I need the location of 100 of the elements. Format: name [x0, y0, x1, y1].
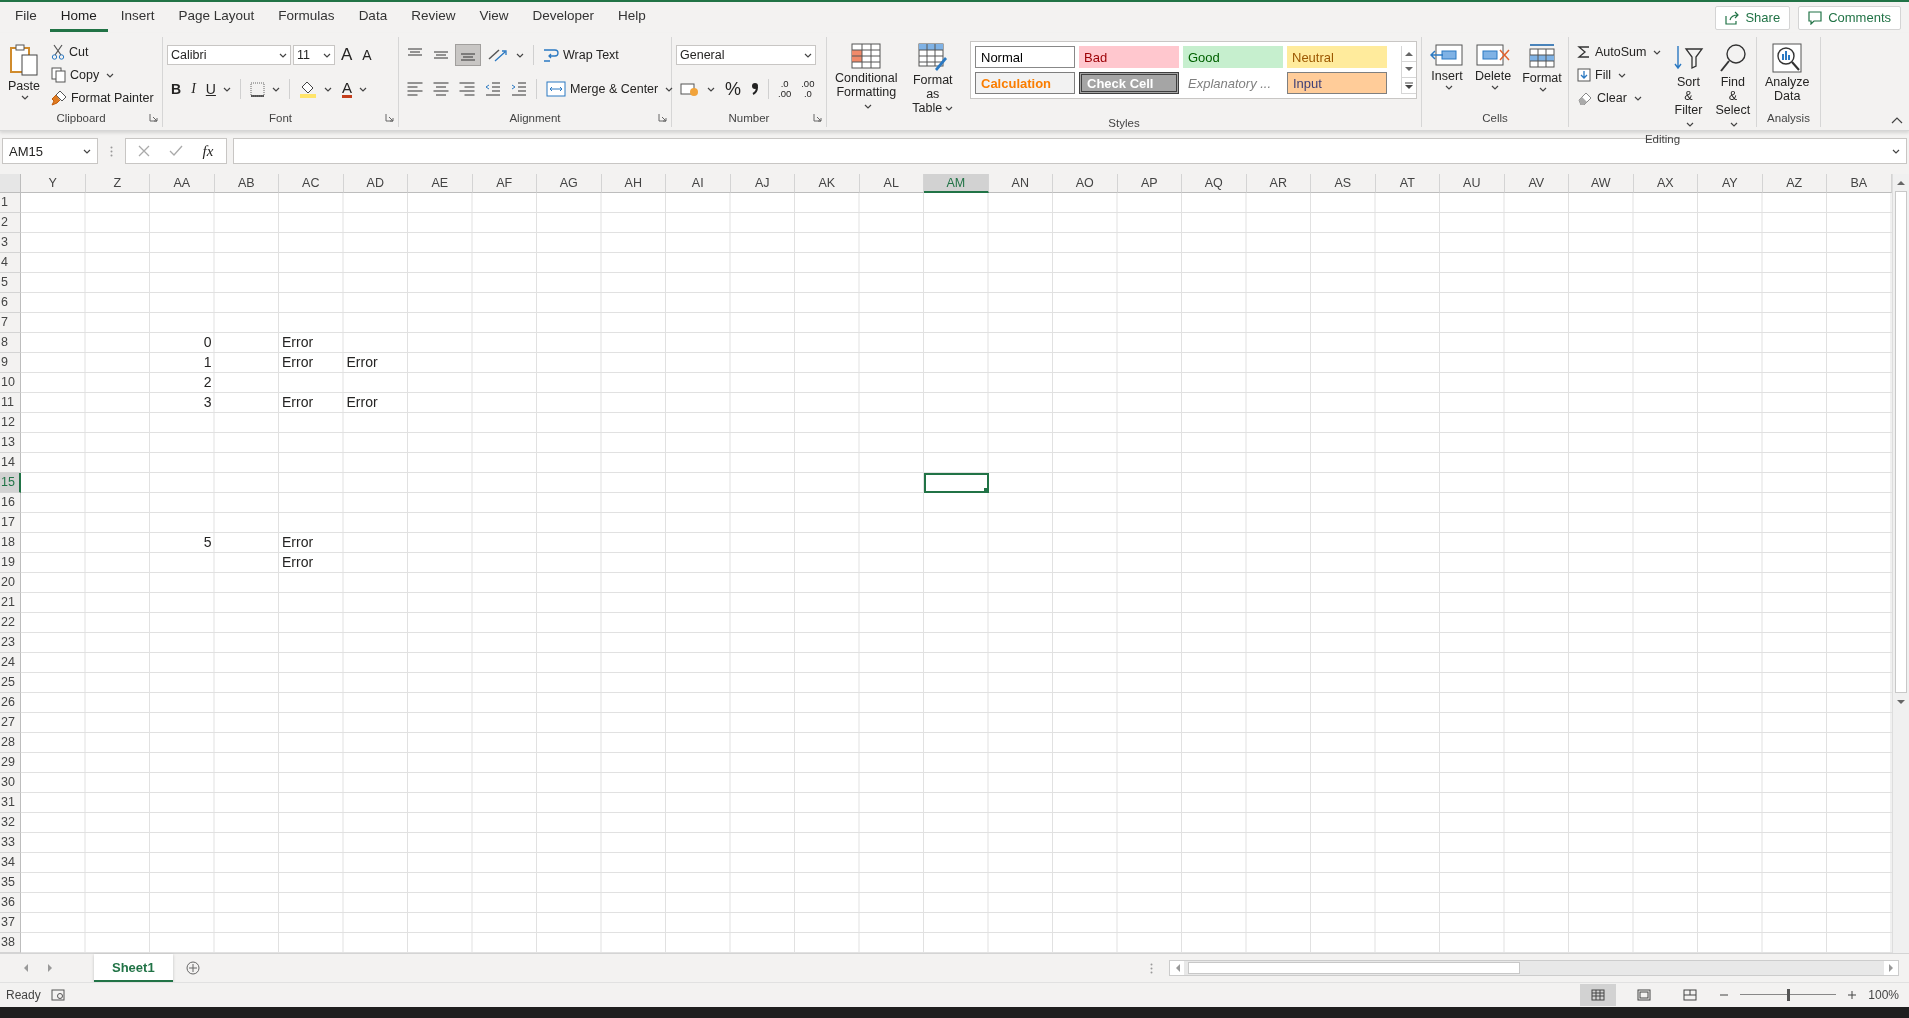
row-header[interactable]: 8 [0, 333, 21, 353]
column-header[interactable]: AT [1375, 174, 1440, 193]
column-header[interactable]: AG [537, 174, 602, 193]
row-header[interactable]: 22 [0, 613, 21, 633]
row-header[interactable]: 26 [0, 693, 21, 713]
row-header[interactable]: 32 [0, 813, 21, 833]
dialog-launcher[interactable] [813, 113, 822, 122]
row-header[interactable]: 30 [0, 773, 21, 793]
row-header[interactable]: 7 [0, 313, 21, 333]
format-cells-button[interactable]: Format [1518, 41, 1566, 94]
scroll-thumb[interactable] [1188, 962, 1520, 974]
column-header[interactable]: AN [988, 174, 1053, 193]
font-name-dropdown[interactable]: Calibri [167, 45, 291, 65]
row-header[interactable]: 17 [0, 513, 21, 533]
row-header[interactable]: 1 [0, 193, 21, 213]
vertical-scrollbar[interactable] [1891, 174, 1909, 953]
column-header[interactable]: AU [1440, 174, 1505, 193]
column-header[interactable]: AD [343, 174, 408, 193]
italic-button[interactable]: I [187, 78, 200, 100]
column-header[interactable]: BA [1827, 174, 1892, 193]
copy-button[interactable]: Copy [46, 64, 158, 86]
row-header[interactable]: 14 [0, 453, 21, 473]
autosum-button[interactable]: AutoSum [1573, 41, 1666, 63]
column-header[interactable]: AO [1053, 174, 1118, 193]
row-header[interactable]: 28 [0, 733, 21, 753]
row-header[interactable]: 35 [0, 873, 21, 893]
collapse-ribbon-button[interactable] [1891, 116, 1903, 124]
row-header[interactable]: 11 [0, 393, 21, 413]
row-header[interactable]: 9 [0, 353, 21, 373]
analyze-data-button[interactable]: Analyze Data [1761, 41, 1814, 105]
column-header[interactable]: AZ [1762, 174, 1827, 193]
horizontal-scrollbar[interactable] [1169, 960, 1899, 976]
row-header[interactable]: 13 [0, 433, 21, 453]
column-header[interactable]: AK [795, 174, 860, 193]
column-header[interactable]: AV [1504, 174, 1569, 193]
format-painter-button[interactable]: Format Painter [46, 87, 158, 109]
row-header[interactable]: 21 [0, 593, 21, 613]
name-box[interactable]: AM15 [2, 138, 98, 164]
cut-button[interactable]: Cut [46, 41, 158, 63]
clear-button[interactable]: Clear [1573, 87, 1666, 109]
ribbon-tab[interactable]: File [4, 3, 48, 32]
dialog-launcher[interactable] [149, 113, 158, 122]
row-header[interactable]: 20 [0, 573, 21, 593]
merge-center-button[interactable]: Merge & Center [542, 78, 678, 100]
column-header[interactable]: AW [1569, 174, 1634, 193]
grow-font-button[interactable]: A [337, 44, 357, 66]
insert-function-button[interactable]: fx [196, 140, 220, 162]
column-header[interactable]: AA [150, 174, 215, 193]
row-header[interactable]: 12 [0, 413, 21, 433]
ribbon-tab[interactable]: Review [400, 3, 467, 32]
zoom-level[interactable]: 100% [1868, 988, 1899, 1002]
cell-style[interactable]: Good [1183, 46, 1283, 68]
column-header[interactable]: AL [859, 174, 924, 193]
row-header[interactable]: 36 [0, 893, 21, 913]
row-header[interactable]: 24 [0, 653, 21, 673]
decrease-decimal-button[interactable]: .00 .0 [797, 78, 819, 100]
column-header[interactable]: AB [214, 174, 279, 193]
paste-button[interactable]: Paste [4, 41, 44, 102]
find-select-button[interactable]: Find & Select [1711, 41, 1755, 133]
select-all-button[interactable] [0, 174, 21, 193]
row-header[interactable]: 15 [0, 473, 21, 493]
normal-view-button[interactable] [1580, 984, 1617, 1006]
font-color-button[interactable]: A [337, 78, 371, 100]
cell-style[interactable]: Neutral [1287, 46, 1387, 68]
ribbon-tab[interactable]: Formulas [267, 3, 346, 32]
ribbon-tab[interactable]: Data [347, 3, 399, 32]
column-header[interactable]: AY [1698, 174, 1763, 193]
column-header[interactable]: AM [924, 174, 989, 193]
dialog-launcher[interactable] [385, 113, 394, 122]
zoom-in-button[interactable] [1846, 989, 1859, 1001]
shrink-font-button[interactable]: A [358, 44, 376, 66]
row-header[interactable]: 5 [0, 273, 21, 293]
column-header[interactable]: AF [472, 174, 537, 193]
row-header[interactable]: 29 [0, 753, 21, 773]
row-header[interactable]: 33 [0, 833, 21, 853]
row-header[interactable]: 4 [0, 253, 21, 273]
column-header[interactable]: AJ [730, 174, 795, 193]
comments-button[interactable]: Comments [1798, 5, 1901, 30]
number-format-dropdown[interactable]: General [676, 45, 816, 65]
cell-style[interactable]: Bad [1079, 46, 1179, 68]
column-header[interactable]: Z [85, 174, 150, 193]
cell-cursor[interactable] [924, 473, 989, 493]
row-header[interactable]: 27 [0, 713, 21, 733]
format-as-table-button[interactable]: Format as Table [904, 41, 961, 117]
row-header[interactable]: 18 [0, 533, 21, 553]
delete-cells-button[interactable]: Delete [1471, 41, 1516, 92]
cell-style[interactable]: Normal [975, 46, 1075, 68]
row-header[interactable]: 31 [0, 793, 21, 813]
row-header[interactable]: 6 [0, 293, 21, 313]
ribbon-tab[interactable]: Insert [109, 3, 166, 32]
sort-filter-button[interactable]: Sort & Filter [1668, 41, 1709, 133]
fill-button[interactable]: Fill [1573, 64, 1666, 86]
ribbon-tab[interactable]: View [468, 3, 520, 32]
increase-decimal-button[interactable]: .0 .00 [774, 78, 796, 100]
share-button[interactable]: Share [1715, 5, 1791, 30]
align-bottom-button[interactable] [455, 44, 481, 66]
bold-button[interactable]: B [167, 78, 186, 100]
ribbon-tab[interactable]: Developer [521, 3, 605, 32]
row-header[interactable]: 25 [0, 673, 21, 693]
column-header[interactable]: AS [1311, 174, 1376, 193]
